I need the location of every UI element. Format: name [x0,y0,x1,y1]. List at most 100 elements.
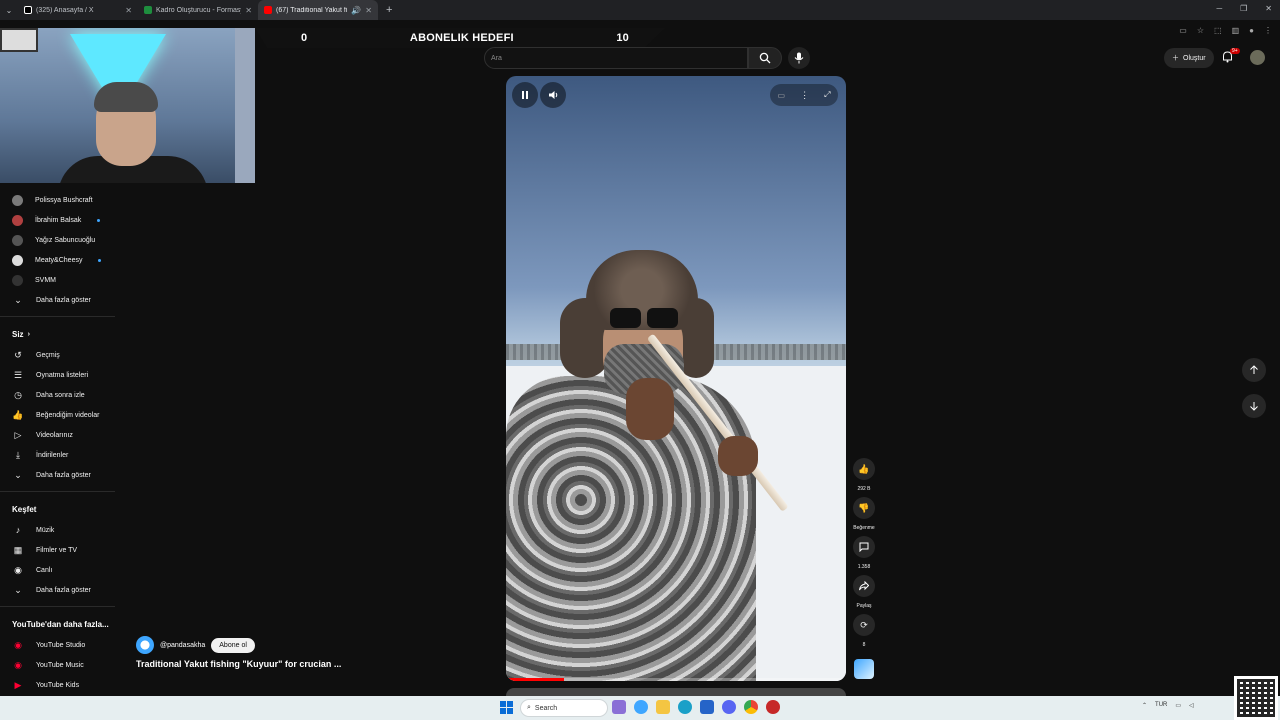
remix-button[interactable]: ⟳ [853,614,875,636]
tray-chevron-icon[interactable]: ⌃ [1142,702,1147,709]
sidebar-sub-item[interactable]: Yağız Sabuncuoğlu [0,230,115,250]
sidebar-sub-item[interactable]: Meaty&Cheesy [0,250,115,270]
comments-button[interactable] [853,536,875,558]
extensions-icon[interactable]: ⬚ [1214,26,1222,35]
webcam-overlay [0,28,255,183]
divider [0,606,115,607]
new-tab-button[interactable]: + [386,4,392,16]
shorts-video-player[interactable]: ▭ ⋮ ⤢ [506,76,846,681]
you-section-header[interactable]: Siz › [0,323,115,345]
chrome-icon[interactable] [744,700,758,714]
pause-button[interactable] [512,82,538,108]
divider [0,316,115,317]
volume-button[interactable] [540,82,566,108]
subscribe-button[interactable]: Abone ol [211,637,255,653]
create-button[interactable]: ＋ Oluştur [1164,48,1214,68]
taskbar-search[interactable]: ⌕ Search [520,699,608,717]
sidebar-item-history[interactable]: ↺ Geçmiş [0,345,115,365]
player-top-controls: ▭ ⋮ ⤢ [770,84,838,106]
volume-icon[interactable]: ◁ [1189,702,1194,709]
sidebar-item-music-app[interactable]: ◉ YouTube Music [0,655,115,675]
more-options-icon[interactable]: ⋮ [800,90,809,101]
video-progress-bar[interactable] [506,678,846,681]
dislike-button[interactable]: 👎 [853,497,875,519]
sidebar-item-kids[interactable]: ▶ YouTube Kids [0,675,115,695]
sidebar-item-label: Meaty&Cheesy [35,256,83,264]
browser-tab-kadro[interactable]: Kadro Oluşturucu - Formasyon ✕ [138,0,258,20]
sidebar-item-your-videos[interactable]: ▷ Videolarınız [0,425,115,445]
obs-icon[interactable] [766,700,780,714]
next-short-button[interactable] [1242,394,1266,418]
sidebar-item-downloads[interactable]: ⤓ İndirilenler [0,445,115,465]
video-title[interactable]: Traditional Yakut fishing "Kuyuur" for c… [136,659,341,669]
edge-icon[interactable] [678,700,692,714]
qr-code-overlay [1234,676,1278,720]
sidebar-item-label: SVMM [35,276,56,284]
clock-icon: ◷ [14,389,22,400]
sidebar-item-liked[interactable]: 👍 Beğendiğim videolar [0,405,115,425]
section-title: Siz [12,329,24,339]
goal-title: ABONELIK HEDEFI [409,32,514,44]
browser-toolbar-icons: ▭ ☆ ⬚ ▥ ● ⋮ [1179,26,1272,35]
network-icon[interactable]: ▭ [1175,702,1181,709]
close-tab-icon[interactable]: ✕ [365,6,372,15]
close-window-icon[interactable]: ✕ [1265,4,1272,13]
channel-avatar[interactable] [136,636,154,654]
close-tab-icon[interactable]: ✕ [125,6,132,15]
tab-title: (325) Anasayfa / X [36,6,94,14]
restore-icon[interactable]: ❐ [1240,4,1247,13]
account-avatar[interactable] [1250,50,1265,65]
copilot-icon[interactable] [634,700,648,714]
sidebar-sub-item[interactable]: İbrahim Balsak [0,210,115,230]
search-icon [759,52,771,64]
sidebar-sub-item[interactable]: Polissya Bushcraft [0,190,115,210]
minimize-icon[interactable]: ─ [1216,4,1222,13]
browser-tab-youtube[interactable]: (67) Traditional Yakut fishing 🔊 ✕ [258,0,378,20]
previous-short-button[interactable] [1242,358,1266,382]
volume-icon [548,91,557,99]
file-explorer-icon[interactable] [656,700,670,714]
show-more-you[interactable]: ⌄ Daha fazla göster [0,465,115,485]
close-tab-icon[interactable]: ✕ [245,6,252,15]
sidebar-item-studio[interactable]: ◉ YouTube Studio [0,635,115,655]
tab-list-button[interactable]: ⌄ [0,6,18,15]
windows-taskbar: ⌕ Search ⌃ TUR ▭ ◁ [0,696,1280,720]
section-title: YouTube'dan daha fazla... [12,619,109,629]
language-indicator[interactable]: TUR [1155,702,1167,709]
sidebar-item-music[interactable]: ♪ Müzik [0,520,115,540]
sidebar-item-playlists[interactable]: ☰ Oynatma listeleri [0,365,115,385]
discord-icon[interactable] [722,700,736,714]
sidebar-item-label: İndirilenler [36,451,69,459]
channel-name[interactable]: @pandasakha [160,642,205,649]
browser-tab-x[interactable]: (325) Anasayfa / X ✕ [18,0,138,20]
show-more-subscriptions[interactable]: ⌄ Daha fazla göster [0,290,115,310]
sidebar-sub-item[interactable]: SVMM [0,270,115,290]
dislike-label: Beğenme [853,524,875,531]
show-more-explore[interactable]: ⌄ Daha fazla göster [0,580,115,600]
sidebar-item-label: YouTube Kids [36,681,80,689]
create-label: Oluştur [1183,54,1206,62]
sidepanel-icon[interactable]: ▥ [1232,26,1240,35]
shorts-actions: 👍 292 B 👎 Beğenme 1.358 Paylaş ⟳ 8 [848,458,880,679]
voice-search-button[interactable] [788,47,810,69]
browser-menu-icon[interactable]: ⋮ [1264,26,1272,35]
profile-icon[interactable]: ● [1249,26,1254,35]
search-input[interactable]: Ara [484,47,748,69]
playlist-icon: ☰ [13,369,23,380]
sidebar-item-movies[interactable]: ▦ Filmler ve TV [0,540,115,560]
bookmark-star-icon[interactable]: ☆ [1197,26,1204,35]
fullscreen-icon[interactable]: ⤢ [824,90,830,100]
like-button[interactable]: 👍 [853,458,875,480]
captions-icon[interactable]: ▭ [778,91,786,100]
goal-current: 0 [301,32,308,44]
cast-icon[interactable]: ▭ [1179,26,1187,35]
sidebar-item-watch-later[interactable]: ◷ Daha sonra izle [0,385,115,405]
search-button[interactable] [748,47,782,69]
start-button[interactable] [500,701,513,719]
sidebar-item-label: Müzik [36,526,55,534]
share-button[interactable] [853,575,875,597]
store-icon[interactable] [700,700,714,714]
widgets-icon[interactable] [612,700,626,714]
sidebar-item-live[interactable]: ◉ Canlı [0,560,115,580]
sound-thumbnail[interactable] [854,659,874,679]
